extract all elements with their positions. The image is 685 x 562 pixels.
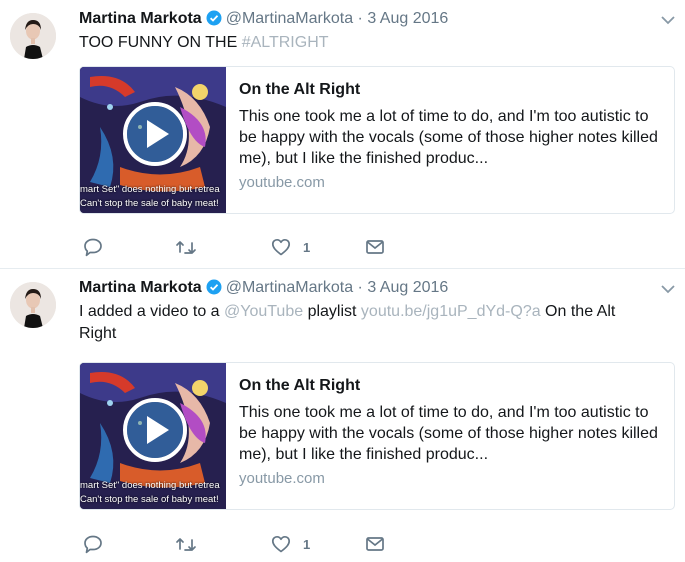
- thumbnail-caption: Can't stop the sale of baby meat!: [80, 198, 219, 209]
- thumbnail-caption: Can't stop the sale of baby meat!: [80, 494, 219, 505]
- tweet-header: Martina Markota @MartinaMarkota · 3 Aug 2…: [79, 277, 665, 302]
- like-icon[interactable]: [271, 237, 291, 257]
- tweet-text: TOO FUNNY ON THE #ALTRIGHT: [79, 32, 659, 54]
- separator: ·: [357, 10, 363, 27]
- tweet-header: Martina Markota @MartinaMarkota · 3 Aug 2…: [79, 8, 665, 33]
- video-link[interactable]: youtu.be/jg1uP_dYd-Q?a: [361, 303, 541, 320]
- like-icon[interactable]: [271, 534, 291, 554]
- hashtag-link[interactable]: #ALTRIGHT: [242, 34, 329, 51]
- like-count[interactable]: 1: [303, 240, 310, 255]
- video-thumbnail[interactable]: mart Set" does nothing but retrea Can't …: [80, 363, 226, 509]
- avatar[interactable]: [10, 282, 56, 328]
- separator: ·: [357, 279, 363, 296]
- play-icon[interactable]: [125, 104, 185, 164]
- tweet-text-b: playlist: [303, 303, 361, 320]
- link-card[interactable]: mart Set" does nothing but retrea Can't …: [79, 66, 675, 214]
- display-name[interactable]: Martina Markota: [79, 10, 202, 27]
- mention-link[interactable]: @YouTube: [224, 303, 303, 320]
- message-icon[interactable]: [365, 534, 385, 554]
- avatar[interactable]: [10, 13, 56, 59]
- card-body: On the Alt Right This one took me a lot …: [239, 375, 664, 487]
- timestamp[interactable]: 3 Aug 2016: [367, 279, 448, 296]
- thumbnail-caption: mart Set" does nothing but retrea: [80, 480, 220, 491]
- display-name[interactable]: Martina Markota: [79, 279, 202, 296]
- thumbnail-caption: mart Set" does nothing but retrea: [80, 184, 220, 195]
- timestamp[interactable]: 3 Aug 2016: [367, 10, 448, 27]
- reply-icon[interactable]: [83, 237, 103, 257]
- card-body: On the Alt Right This one took me a lot …: [239, 79, 664, 191]
- tweet-text-a: I added a video to a: [79, 303, 224, 320]
- tweet-text-main: TOO FUNNY ON THE: [79, 34, 242, 51]
- tweet[interactable]: Martina Markota @MartinaMarkota · 3 Aug 2…: [0, 0, 685, 269]
- handle[interactable]: @MartinaMarkota: [226, 279, 353, 296]
- message-icon[interactable]: [365, 237, 385, 257]
- tweet-text: I added a video to a @YouTube playlist y…: [79, 301, 649, 345]
- card-url[interactable]: youtube.com: [239, 470, 664, 487]
- verified-icon: [206, 279, 222, 302]
- like-count[interactable]: 1: [303, 537, 310, 552]
- retweet-icon[interactable]: [175, 534, 197, 554]
- card-title[interactable]: On the Alt Right: [239, 375, 664, 397]
- handle[interactable]: @MartinaMarkota: [226, 10, 353, 27]
- link-card[interactable]: mart Set" does nothing but retrea Can't …: [79, 362, 675, 510]
- video-thumbnail[interactable]: mart Set" does nothing but retrea Can't …: [80, 67, 226, 213]
- card-description: This one took me a lot of time to do, an…: [239, 404, 658, 463]
- card-url[interactable]: youtube.com: [239, 174, 664, 191]
- chevron-down-icon[interactable]: [661, 12, 675, 30]
- tweet[interactable]: Martina Markota @MartinaMarkota · 3 Aug 2…: [0, 269, 685, 562]
- chevron-down-icon[interactable]: [661, 281, 675, 299]
- play-icon[interactable]: [125, 400, 185, 460]
- reply-icon[interactable]: [83, 534, 103, 554]
- verified-icon: [206, 10, 222, 33]
- card-description: This one took me a lot of time to do, an…: [239, 108, 658, 167]
- retweet-icon[interactable]: [175, 237, 197, 257]
- card-title[interactable]: On the Alt Right: [239, 79, 664, 101]
